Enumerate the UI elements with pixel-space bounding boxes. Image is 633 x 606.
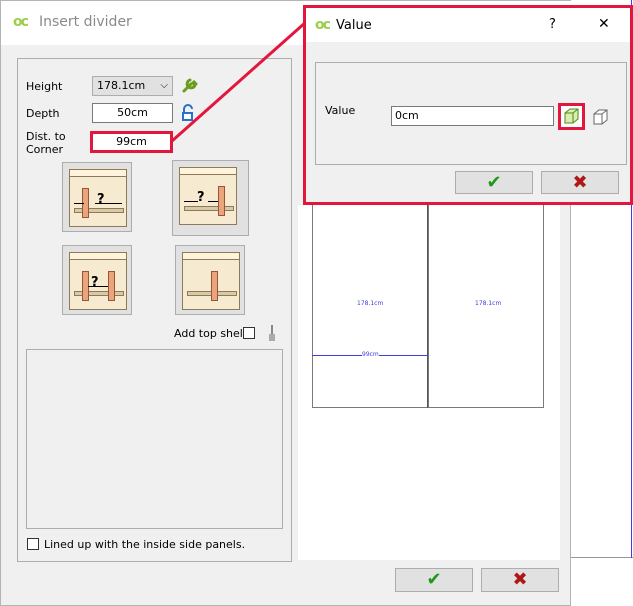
value-dialog: oc Value ? ✕ Value 0cm ✔ ✖: [303, 5, 633, 205]
cross-icon: ✖: [572, 172, 588, 193]
value-input[interactable]: 0cm: [391, 106, 554, 126]
box-3d-filled-icon: [564, 108, 579, 124]
help-button[interactable]: ?: [549, 17, 556, 32]
app-logo-icon: oc: [315, 17, 331, 33]
value-dialog-titlebar: oc Value ? ✕: [306, 8, 630, 42]
value-dialog-title: Value: [336, 18, 372, 33]
box-3d-outline-icon[interactable]: [590, 107, 610, 127]
value-label: Value: [325, 104, 356, 117]
close-button[interactable]: ✕: [598, 16, 610, 32]
box-3d-filled-button[interactable]: [558, 103, 585, 130]
value-ok-button[interactable]: ✔: [455, 171, 533, 194]
value-cancel-button[interactable]: ✖: [541, 171, 619, 194]
check-icon: ✔: [486, 172, 502, 193]
